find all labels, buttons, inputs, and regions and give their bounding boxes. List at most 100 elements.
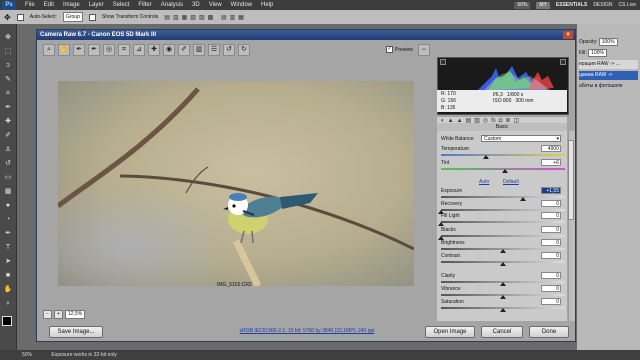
- temperature-slider[interactable]: [441, 154, 565, 156]
- history-item-selected[interactable]: цанжа RAW ->: [579, 71, 638, 80]
- brightness-value-field[interactable]: 0: [541, 239, 561, 246]
- menu-analysis[interactable]: Analysis: [161, 2, 183, 8]
- align-icons[interactable]: ▤▥▦▧▨▩ ▤▥▦: [164, 14, 247, 21]
- temperature-slider-thumb[interactable]: [482, 155, 489, 159]
- hand-icon[interactable]: ✋: [58, 44, 70, 56]
- exposure-value-field[interactable]: +1,55: [541, 187, 561, 194]
- marquee-icon[interactable]: ⬚: [3, 48, 13, 56]
- highlight-clipping-icon[interactable]: [560, 59, 566, 65]
- shadow-clipping-icon[interactable]: [440, 59, 446, 65]
- zoom-level[interactable]: 50%: [514, 1, 531, 9]
- tint-slider-thumb[interactable]: [502, 169, 509, 173]
- zoom-tool-icon[interactable]: ⌕: [3, 300, 13, 308]
- spot-removal-icon[interactable]: ✚: [148, 44, 160, 56]
- vibrance-value-field[interactable]: 0: [541, 285, 561, 292]
- show-transform-checkbox[interactable]: [88, 13, 96, 21]
- workspace-design[interactable]: DESIGN: [593, 2, 612, 8]
- done-button[interactable]: Done: [529, 326, 569, 338]
- quick-select-icon[interactable]: ✎: [3, 76, 13, 84]
- zoom-in-button[interactable]: +: [54, 310, 63, 319]
- menu-image[interactable]: Image: [63, 2, 80, 8]
- workspace-essentials[interactable]: ESSENTIALS: [556, 2, 587, 8]
- preview-toggle[interactable]: ✓ Preview: [386, 46, 413, 53]
- rotate-right-icon[interactable]: ↻: [238, 44, 250, 56]
- foreground-color-swatch[interactable]: [2, 316, 12, 326]
- menu-filter[interactable]: Filter: [138, 2, 151, 8]
- white-balance-icon[interactable]: ✒: [73, 44, 85, 56]
- menu-3d[interactable]: 3D: [192, 2, 200, 8]
- rotate-left-icon[interactable]: ↺: [223, 44, 235, 56]
- dialog-title-bar[interactable]: Camera Raw 6.7 - Canon EOS 5D Mark III ×: [37, 30, 575, 40]
- eraser-icon[interactable]: ▭: [3, 174, 13, 182]
- menu-select[interactable]: Select: [113, 2, 130, 8]
- auto-link[interactable]: Auto: [479, 179, 489, 185]
- close-icon[interactable]: ×: [563, 31, 573, 39]
- temperature-value-field[interactable]: 4900: [541, 145, 561, 152]
- exposure-slider-thumb[interactable]: [519, 197, 526, 201]
- vibrance-slider-thumb[interactable]: [500, 295, 506, 299]
- healing-icon[interactable]: ✚: [3, 118, 13, 126]
- recovery-slider[interactable]: [441, 209, 565, 211]
- pen-icon[interactable]: ✒: [3, 230, 13, 238]
- cancel-button[interactable]: Cancel: [481, 326, 523, 338]
- fill-field[interactable]: 100%: [588, 49, 607, 57]
- fill-light-slider-thumb[interactable]: [438, 222, 444, 226]
- dodge-icon[interactable]: ◔: [3, 216, 13, 224]
- fullscreen-icon[interactable]: ⇔: [418, 44, 430, 56]
- red-eye-icon[interactable]: ◉: [163, 44, 175, 56]
- panel-scrollbar-thumb[interactable]: [568, 140, 574, 220]
- contrast-value-field[interactable]: 0: [541, 252, 561, 259]
- tint-value-field[interactable]: +6: [541, 159, 561, 166]
- blacks-value-field[interactable]: 0: [541, 226, 561, 233]
- default-link[interactable]: Default: [503, 179, 519, 185]
- menu-edit[interactable]: Edit: [44, 2, 54, 8]
- history-item[interactable]: ерация RAW -> ...: [579, 60, 638, 69]
- white-balance-dropdown[interactable]: Custom ▾: [481, 135, 561, 142]
- exposure-slider[interactable]: [441, 196, 565, 198]
- shape-icon[interactable]: ■: [3, 272, 13, 280]
- save-image-button[interactable]: Save Image...: [49, 326, 103, 338]
- eyedropper-icon[interactable]: ✒: [3, 104, 13, 112]
- color-sampler-icon[interactable]: ✒: [88, 44, 100, 56]
- workflow-options-link[interactable]: sRGB IEC61966-2.1; 16 bit; 5760 by 3840 …: [182, 328, 432, 334]
- stamp-icon[interactable]: ♙: [3, 146, 13, 154]
- clarity-value-field[interactable]: 0: [541, 272, 561, 279]
- menu-view[interactable]: View: [209, 2, 222, 8]
- history-brush-icon[interactable]: ↺: [3, 160, 13, 168]
- open-image-button[interactable]: Open Image: [425, 326, 475, 338]
- status-zoom[interactable]: 50%: [22, 352, 32, 358]
- fill-light-slider[interactable]: [441, 221, 565, 223]
- preferences-icon[interactable]: ☰: [208, 44, 220, 56]
- crop-icon[interactable]: ⌗: [118, 44, 130, 56]
- path-select-icon[interactable]: ➤: [3, 258, 13, 266]
- menu-help[interactable]: Help: [261, 2, 273, 8]
- adjustment-brush-icon[interactable]: ✐: [178, 44, 190, 56]
- menu-file[interactable]: File: [25, 2, 35, 8]
- zoom-dropdown[interactable]: 12,5%: [65, 310, 86, 319]
- blur-icon[interactable]: ●: [3, 202, 13, 210]
- brush-icon[interactable]: ✐: [3, 132, 13, 140]
- zoom-out-button[interactable]: −: [43, 310, 52, 319]
- type-icon[interactable]: T: [3, 244, 13, 252]
- history-item[interactable]: аботы в фотошопе: [579, 82, 638, 91]
- brightness-slider-thumb[interactable]: [500, 249, 506, 253]
- opacity-field[interactable]: 100%: [598, 38, 618, 46]
- saturation-slider-thumb[interactable]: [500, 308, 506, 312]
- auto-select-dropdown[interactable]: Group: [62, 12, 83, 22]
- zoom-icon[interactable]: ⌕: [43, 44, 55, 56]
- targeted-adjust-icon[interactable]: ◎: [103, 44, 115, 56]
- preview-checkbox[interactable]: ✓: [386, 46, 393, 53]
- hand-icon[interactable]: ✋: [3, 286, 13, 294]
- straighten-icon[interactable]: ⊿: [133, 44, 145, 56]
- menu-window[interactable]: Window: [231, 2, 252, 8]
- move-icon[interactable]: ✥: [3, 34, 13, 42]
- auto-select-checkbox[interactable]: [16, 13, 24, 21]
- crop-icon[interactable]: ⌗: [3, 90, 13, 98]
- gradient-icon[interactable]: ▦: [3, 188, 13, 196]
- clarity-slider-thumb[interactable]: [500, 282, 506, 286]
- saturation-value-field[interactable]: 0: [541, 298, 561, 305]
- fill-light-value-field[interactable]: 0: [541, 212, 561, 219]
- my-badge[interactable]: MY: [536, 1, 550, 9]
- cs-live-button[interactable]: CS Live: [618, 2, 636, 8]
- contrast-slider-thumb[interactable]: [500, 262, 506, 266]
